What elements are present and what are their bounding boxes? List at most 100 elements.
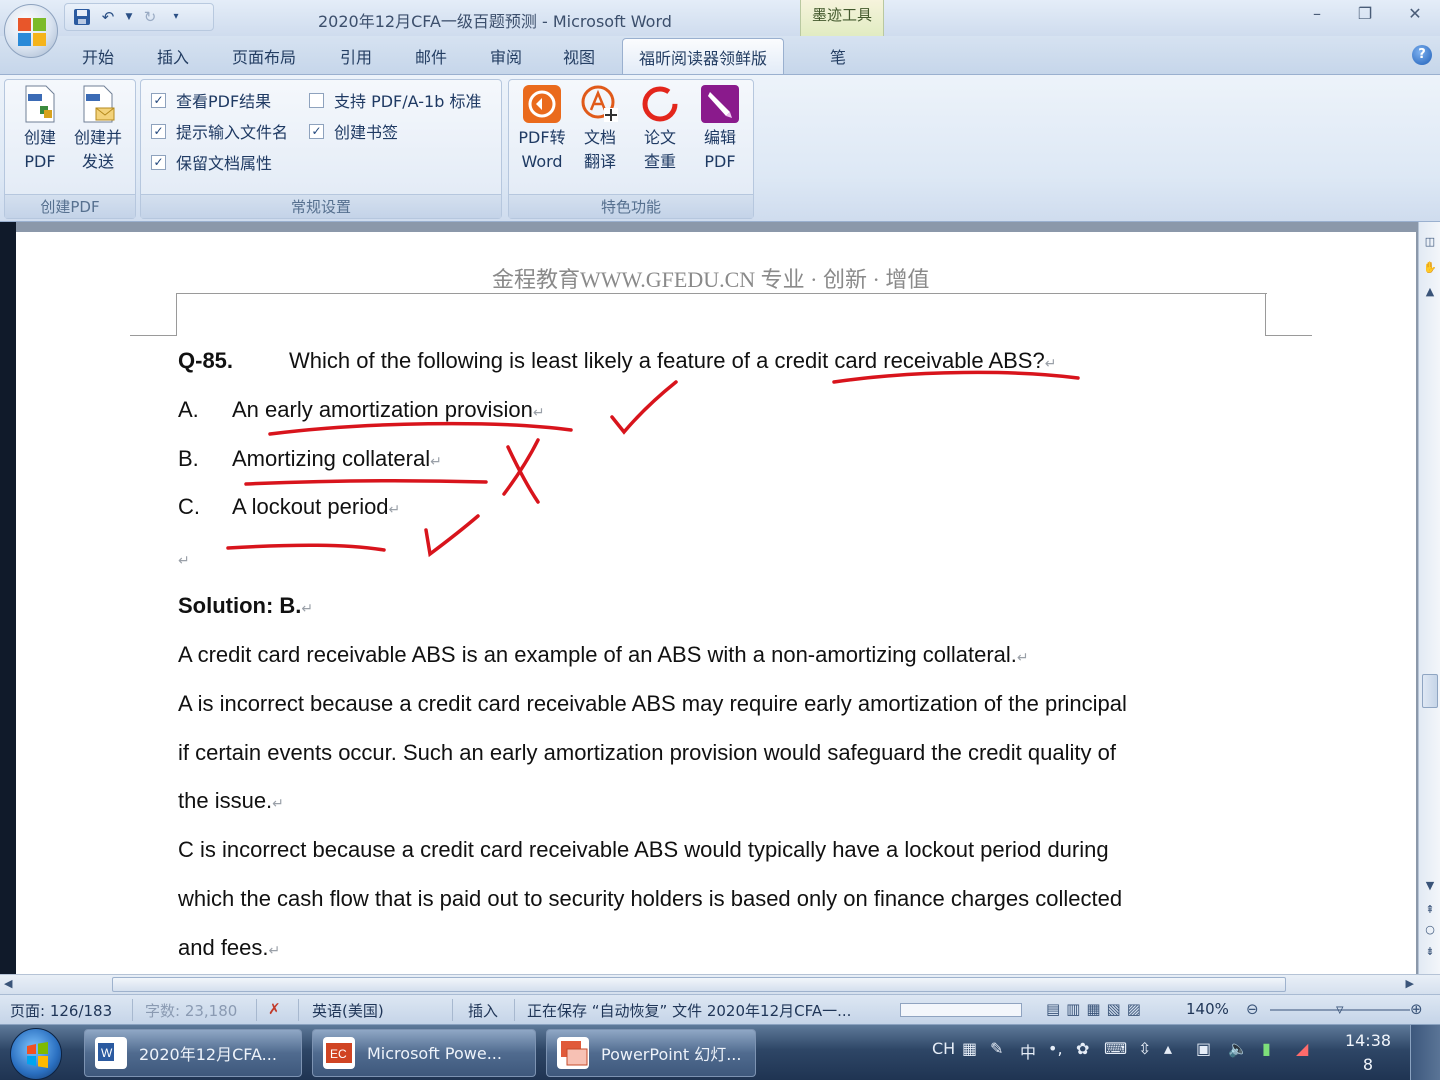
empty-paragraph-mark: ↵	[178, 552, 190, 568]
ribbon: 创建 PDF 创建并 发送 创建PDF ✓ 查看PDF结果 ✓ 提示输入文件名 ✓ 保…	[0, 74, 1440, 222]
create-and-send-button[interactable]: 创建并 发送	[69, 82, 127, 174]
tab-foxit-reader[interactable]: 福昕阅读器领鲜版	[622, 38, 785, 74]
ribbon-tabs: 开始 插入 页面布局 引用 邮件 审阅 视图 福昕阅读器领鲜版 笔 ?	[0, 36, 1440, 74]
status-language[interactable]: 英语(美国)	[312, 1000, 384, 1021]
ime-toolbox-icon[interactable]: ⌨	[1104, 1039, 1127, 1058]
taskbar-item-powerpoint[interactable]: EC Microsoft Powe...	[312, 1029, 536, 1077]
status-separator	[132, 999, 133, 1021]
zoom-slider-thumb-icon[interactable]: ▿	[1336, 1000, 1344, 1018]
tab-view[interactable]: 视图	[563, 44, 595, 68]
scroll-down-icon[interactable]: ▼	[1422, 878, 1438, 894]
ink-check-option-c	[424, 514, 480, 558]
tab-home[interactable]: 开始	[82, 44, 114, 68]
vertical-scroll-thumb[interactable]	[1422, 674, 1438, 708]
taskbar-item-word[interactable]: W 2020年12月CFA...	[84, 1029, 302, 1077]
header-corner-right	[1265, 293, 1266, 335]
save-icon[interactable]	[73, 8, 91, 26]
solution-line-3: if certain events occur. Such an early a…	[178, 740, 1116, 765]
proofing-icon[interactable]: ✗	[268, 1000, 281, 1018]
ruler-toggle-icon[interactable]: ◫	[1422, 234, 1438, 250]
next-page-icon[interactable]: ⇟	[1422, 944, 1438, 960]
zoom-out-icon[interactable]: ⊖	[1246, 1000, 1259, 1018]
document-translate-button[interactable]: 文档 翻译	[571, 82, 629, 174]
taskbar-clock[interactable]: 14:38 8	[1340, 1029, 1396, 1077]
checkbox-mark: ✓	[151, 154, 166, 170]
checkbox-prompt-filename[interactable]: ✓ 提示输入文件名	[151, 119, 288, 143]
pdf-to-word-icon	[523, 85, 561, 123]
paper-check-button[interactable]: 论文 查重	[631, 82, 689, 174]
ime-punctuation-icon[interactable]: •,	[1048, 1039, 1063, 1058]
ink-underline-option-a	[268, 421, 573, 436]
pan-hand-icon[interactable]: ✋	[1422, 260, 1438, 276]
scroll-left-icon[interactable]: ◀	[4, 977, 12, 990]
show-desktop-button[interactable]	[1410, 1025, 1440, 1080]
tab-review[interactable]: 审阅	[490, 44, 522, 68]
create-pdf-button[interactable]: 创建 PDF	[11, 82, 69, 174]
scroll-up-icon[interactable]: ▲	[1422, 284, 1438, 300]
tray-restore-icon[interactable]: ⇳	[1138, 1039, 1151, 1058]
ime-logo-icon[interactable]: ✎	[990, 1039, 1003, 1058]
tab-references[interactable]: 引用	[340, 44, 372, 68]
status-separator	[298, 999, 299, 1021]
solution-line-4: the issue.↵	[178, 788, 284, 813]
tab-page-layout[interactable]: 页面布局	[232, 44, 296, 68]
checkbox-view-pdf-result[interactable]: ✓ 查看PDF结果	[151, 88, 271, 112]
tray-language[interactable]: CH	[932, 1039, 955, 1058]
redo-icon[interactable]: ↻	[141, 8, 159, 26]
option-a-letter: A.	[178, 397, 199, 422]
zoom-level[interactable]: 140%	[1186, 1000, 1229, 1018]
tab-pen[interactable]: 笔	[830, 44, 846, 68]
status-word-count[interactable]: 字数: 23,180	[145, 1000, 237, 1021]
undo-icon[interactable]: ↶	[99, 8, 117, 26]
previous-page-icon[interactable]: ⇞	[1422, 902, 1438, 918]
help-icon[interactable]: ?	[1412, 45, 1432, 65]
select-browse-object-icon[interactable]: ○	[1422, 922, 1438, 938]
status-insert-mode[interactable]: 插入	[468, 1000, 498, 1021]
ink-cross-b-2	[502, 438, 540, 496]
taskbar: W 2020年12月CFA... EC Microsoft Powe... Po…	[0, 1024, 1440, 1080]
ink-underline-option-c	[226, 543, 386, 552]
edit-pdf-button[interactable]: 编辑 PDF	[691, 82, 749, 174]
checkbox-pdfa-support[interactable]: 支持 PDF/A-1b 标准	[309, 88, 481, 112]
zoom-in-icon[interactable]: ⊕	[1410, 1000, 1423, 1018]
minimize-button[interactable]: –	[1302, 4, 1332, 28]
network-monitor-icon[interactable]: ▮	[1262, 1039, 1271, 1058]
group-features: PDF转 Word 文档 翻译 论文 查重 编辑 PDF 特色功能	[508, 79, 754, 219]
document-page[interactable]: 金程教育WWW.GFEDU.CN 专业 · 创新 · 增值 Q-85. Whic…	[16, 232, 1416, 974]
pdf-to-word-button[interactable]: PDF转 Word	[513, 82, 571, 174]
customize-qat-icon[interactable]: ▾	[167, 8, 185, 26]
status-separator	[452, 999, 453, 1021]
vertical-scrollbar[interactable]: ◫ ✋ ▲ ▼ ⇞ ○ ⇟	[1418, 222, 1440, 974]
start-button[interactable]	[10, 1028, 62, 1080]
tray-device-icon[interactable]: ▣	[1196, 1039, 1211, 1058]
volume-icon[interactable]: 🔈	[1228, 1039, 1248, 1058]
checkbox-mark	[309, 92, 324, 108]
office-logo-icon	[18, 18, 46, 46]
view-buttons-icon[interactable]: ▤▥▦▧▨	[1046, 1000, 1147, 1018]
checkbox-keep-doc-properties[interactable]: ✓ 保留文档属性	[151, 150, 272, 174]
tray-expand-icon[interactable]: ▴	[1164, 1039, 1172, 1058]
undo-dropdown-icon[interactable]: ▼	[125, 8, 133, 26]
status-page[interactable]: 页面: 126/183	[10, 1000, 112, 1021]
taskbar-item-slideshow[interactable]: PowerPoint 幻灯...	[546, 1029, 756, 1077]
office-button[interactable]	[4, 4, 58, 58]
close-button[interactable]: ✕	[1400, 4, 1430, 28]
ime-keyboard-icon[interactable]: ▦	[962, 1039, 977, 1058]
ime-skin-icon[interactable]: ✿	[1076, 1039, 1089, 1058]
clock-time: 14:38	[1344, 1031, 1392, 1050]
scroll-right-icon[interactable]: ▶	[1406, 977, 1414, 990]
plagiarism-check-icon	[642, 86, 678, 122]
pdf-send-icon	[83, 85, 115, 123]
quick-access-toolbar: ↶ ▼ ↻ ▾	[64, 3, 214, 31]
horizontal-scrollbar[interactable]: ◀ ▶	[0, 974, 1440, 994]
tab-insert[interactable]: 插入	[157, 44, 189, 68]
restore-button[interactable]: ❐	[1350, 4, 1380, 28]
checkbox-mark: ✓	[151, 123, 166, 139]
network-status-icon[interactable]: ◢	[1296, 1039, 1308, 1058]
checkbox-mark: ✓	[151, 92, 166, 108]
checkbox-create-bookmarks[interactable]: ✓ 创建书签	[309, 119, 398, 143]
horizontal-scroll-thumb[interactable]	[112, 977, 1286, 992]
ime-mode[interactable]: 中	[1020, 1039, 1036, 1063]
question-number: Q-85.	[178, 348, 234, 373]
tab-mailings[interactable]: 邮件	[415, 44, 447, 68]
